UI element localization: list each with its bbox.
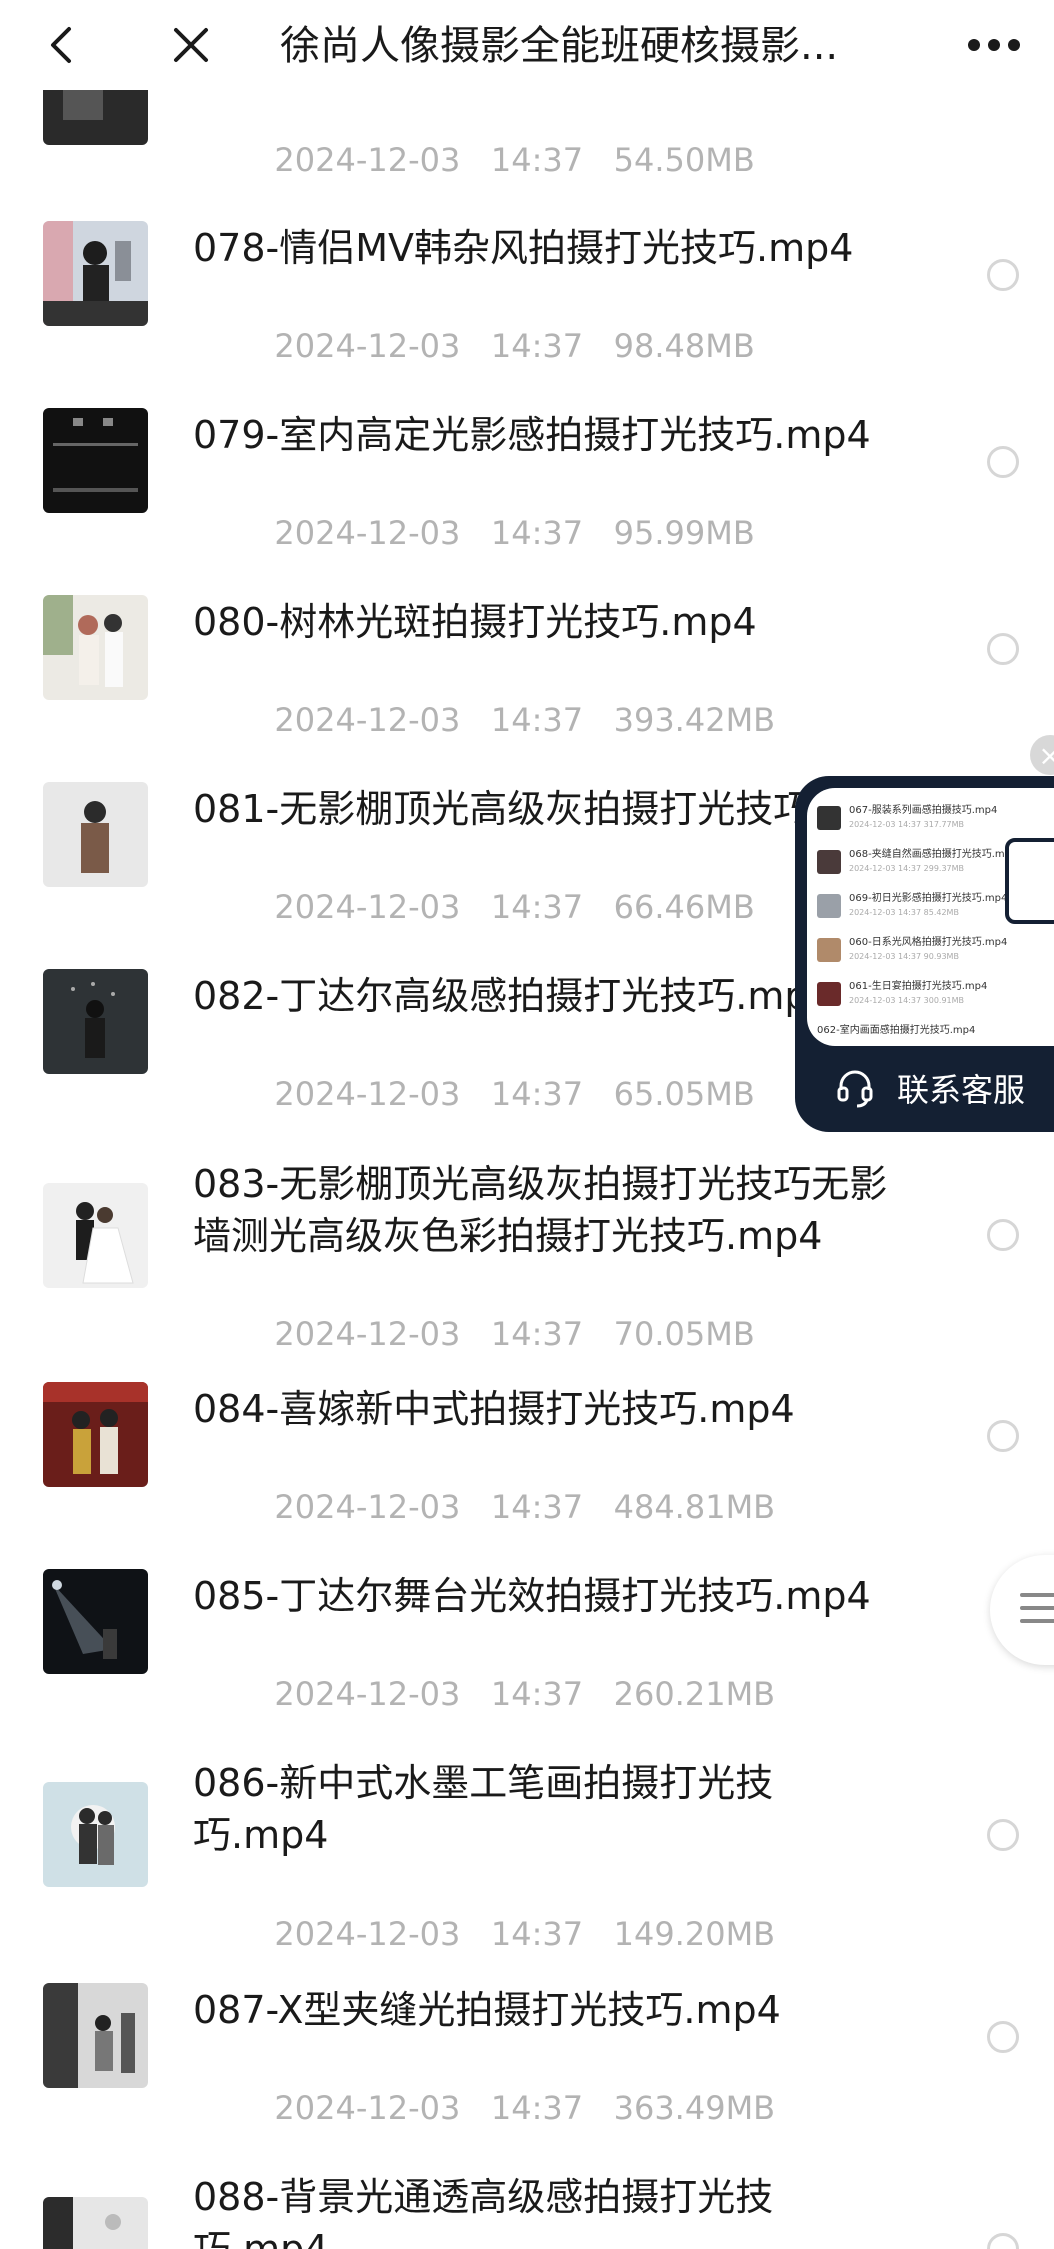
chevron-left-icon — [51, 27, 71, 63]
select-radio[interactable] — [987, 1420, 1019, 1452]
file-meta: 2024-12-03 14:37 260.21MB — [274, 1675, 776, 1713]
preview-item: 060-日系光风格拍摄打光技巧.mp4 2024-12-03 14:37 90.… — [817, 934, 1054, 974]
preview-item: 061-生日宴拍摄打光技巧.mp4 2024-12-03 14:37 300.9… — [817, 978, 1054, 1018]
video-thumbnail — [43, 1569, 148, 1674]
preview-thumbnail — [817, 806, 841, 830]
select-radio[interactable] — [987, 446, 1019, 478]
file-list-page: 2024-12-03 14:37 54.50MB 078-情侣MV韩杂风拍摄打光… — [0, 0, 1054, 2249]
video-thumbnail — [43, 1183, 148, 1288]
file-meta: 2024-12-03 14:37 98.48MB — [274, 327, 755, 365]
select-radio[interactable] — [987, 2233, 1019, 2249]
floating-window[interactable]: 067-服装系列画感拍摄技巧.mp4 2024-12-03 14:37 317.… — [795, 776, 1054, 1132]
file-meta: 2024-12-03 14:37 393.42MB — [274, 701, 776, 739]
headset-icon — [837, 1070, 873, 1108]
close-button[interactable] — [158, 12, 224, 78]
preview-item-name: 061-生日宴拍摄打光技巧.mp4 — [849, 981, 988, 992]
video-thumbnail — [43, 1782, 148, 1887]
preview-item-name: 068-夹缝自然画感拍摄打光技巧.mp4 — [849, 849, 1018, 860]
file-name: 083-无影棚顶光高级灰拍摄打光技巧无影墙测光高级灰色彩拍摄打光技巧.mp4 — [193, 1162, 888, 1258]
file-meta: 2024-12-03 14:37 70.05MB — [274, 1315, 755, 1353]
file-name: 082-丁达尔高级感拍摄打光技巧.mp4 — [193, 974, 813, 1018]
preview-thumbnail — [817, 894, 841, 918]
preview-item: 062-室内画面感拍摄打光技巧.mp4 — [817, 1022, 1054, 1046]
preview-item-name: 060-日系光风格拍摄打光技巧.mp4 — [849, 937, 1008, 948]
select-radio[interactable] — [987, 259, 1019, 291]
video-thumbnail — [43, 2197, 148, 2249]
file-meta: 2024-12-03 14:37 149.20MB — [274, 1915, 776, 1953]
preview-item: 067-服装系列画感拍摄技巧.mp4 2024-12-03 14:37 317.… — [817, 802, 1054, 842]
preview-inset-window — [1005, 838, 1054, 924]
video-thumbnail — [43, 782, 148, 887]
back-button[interactable] — [30, 12, 96, 78]
file-meta: 2024-12-03 14:37 363.49MB — [274, 2089, 776, 2127]
preview-item-meta: 2024-12-03 14:37 299.37MB — [849, 864, 965, 873]
customer-service-button[interactable]: 联系客服 — [835, 1060, 1025, 1116]
more-horizontal-icon — [968, 39, 1020, 51]
file-name: 088-背景光通透高级感拍摄打光技巧.mp4 — [193, 2175, 774, 2249]
preview-item-name: 069-初日光影感拍摄打光技巧.mp4 — [849, 893, 1008, 904]
video-thumbnail — [43, 595, 148, 700]
video-thumbnail — [43, 1983, 148, 2088]
file-name: 078-情侣MV韩杂风拍摄打光技巧.mp4 — [193, 226, 854, 270]
select-radio[interactable] — [987, 1819, 1019, 1851]
file-name: 084-喜嫁新中式拍摄打光技巧.mp4 — [193, 1387, 795, 1431]
close-icon — [174, 28, 208, 62]
customer-service-label: 联系客服 — [897, 1071, 1026, 1109]
video-thumbnail — [43, 1382, 148, 1487]
file-meta: 2024-12-03 14:37 66.46MB — [274, 888, 755, 926]
file-meta: 2024-12-03 14:37 95.99MB — [274, 514, 755, 552]
more-options-button[interactable] — [954, 12, 1034, 78]
page-title: 徐尚人像摄影全能班硬核摄影... — [280, 23, 839, 69]
top-nav-bar: 徐尚人像摄影全能班硬核摄影... — [0, 0, 1054, 90]
file-name: 080-树林光斑拍摄打光技巧.mp4 — [193, 600, 757, 644]
file-meta: 2024-12-03 14:37 54.50MB — [274, 141, 755, 179]
video-thumbnail — [43, 969, 148, 1074]
preview-item-meta: 2024-12-03 14:37 85.42MB — [849, 908, 959, 917]
preview-item-meta: 2024-12-03 14:37 300.91MB — [849, 996, 965, 1005]
preview-item-meta: 2024-12-03 14:37 317.77MB — [849, 820, 965, 829]
file-name: 085-丁达尔舞台光效拍摄打光技巧.mp4 — [193, 1574, 871, 1618]
file-meta: 2024-12-03 14:37 65.05MB — [274, 1075, 755, 1113]
file-name: 079-室内高定光影感拍摄打光技巧.mp4 — [193, 413, 871, 457]
floating-window-preview: 067-服装系列画感拍摄技巧.mp4 2024-12-03 14:37 317.… — [807, 788, 1054, 1046]
file-name: 086-新中式水墨工笔画拍摄打光技巧.mp4 — [193, 1761, 774, 1857]
file-name: 087-X型夹缝光拍摄打光技巧.mp4 — [193, 1988, 781, 2032]
preview-item-name: 067-服装系列画感拍摄技巧.mp4 — [849, 805, 998, 816]
preview-thumbnail — [817, 982, 841, 1006]
preview-item-meta: 2024-12-03 14:37 90.93MB — [849, 952, 959, 961]
preview-thumbnail — [817, 850, 841, 874]
preview-thumbnail — [817, 938, 841, 962]
select-radio[interactable] — [987, 1219, 1019, 1251]
video-thumbnail — [43, 221, 148, 326]
video-thumbnail — [43, 408, 148, 513]
close-icon: × — [1038, 738, 1054, 772]
file-meta: 2024-12-03 14:37 484.81MB — [274, 1488, 776, 1526]
file-name: 081-无影棚顶光高级灰拍摄打光技巧 — [193, 787, 812, 831]
select-radio[interactable] — [987, 633, 1019, 665]
preview-item-name: 062-室内画面感拍摄打光技巧.mp4 — [817, 1025, 976, 1036]
select-radio[interactable] — [987, 2021, 1019, 2053]
menu-lines-icon — [1020, 1593, 1054, 1632]
